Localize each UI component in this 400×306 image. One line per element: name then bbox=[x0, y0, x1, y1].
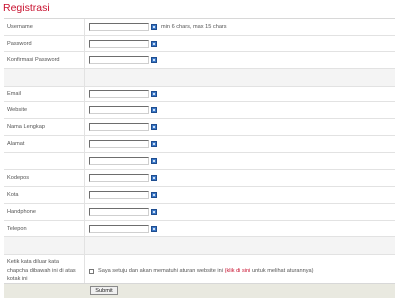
postcode-input[interactable] bbox=[89, 174, 149, 182]
autofill-icon[interactable] bbox=[151, 225, 157, 232]
agreement-text: Saya setuju dan akan mematuhi aturan web… bbox=[98, 268, 314, 274]
rules-link[interactable]: (klik di sini bbox=[225, 268, 251, 274]
mobile-input[interactable] bbox=[89, 208, 149, 216]
field-cell-mobile bbox=[85, 204, 395, 220]
form-row-city: Kota bbox=[4, 187, 395, 204]
field-cell-city bbox=[85, 187, 395, 203]
address-input[interactable] bbox=[89, 140, 149, 148]
address-line-2-input[interactable] bbox=[89, 157, 149, 165]
form-section-divider bbox=[4, 69, 395, 87]
registration-form: Username min 6 chars, max 15 chars Passw… bbox=[4, 18, 395, 288]
field-label-username: Username bbox=[4, 19, 85, 35]
field-label-mobile: Handphone bbox=[4, 204, 85, 220]
form-row-full-name: Nama Lengkap bbox=[4, 119, 395, 136]
autofill-icon[interactable] bbox=[151, 141, 157, 147]
field-label-phone: Telepon bbox=[4, 221, 85, 236]
field-label-website: Website bbox=[4, 102, 85, 118]
autofill-icon[interactable] bbox=[151, 40, 157, 47]
autofill-icon[interactable] bbox=[151, 24, 157, 30]
autofill-icon[interactable] bbox=[151, 107, 157, 113]
form-row-phone: Telepon bbox=[4, 221, 395, 237]
submit-button[interactable]: Submit bbox=[90, 286, 118, 295]
form-row-address: Alamat bbox=[4, 136, 395, 153]
field-label-password: Password bbox=[4, 36, 85, 51]
field-cell-confirm-password bbox=[85, 52, 395, 68]
website-input[interactable] bbox=[89, 106, 149, 114]
field-label-email: Email bbox=[4, 87, 85, 101]
form-row-username: Username min 6 chars, max 15 chars bbox=[4, 19, 395, 36]
confirm-password-input[interactable] bbox=[89, 56, 149, 64]
field-cell-email bbox=[85, 87, 395, 101]
form-row-mobile: Handphone bbox=[4, 204, 395, 221]
field-cell-address-2 bbox=[85, 153, 395, 169]
autofill-icon[interactable] bbox=[151, 175, 157, 181]
full-name-input[interactable] bbox=[89, 123, 149, 131]
field-label-postcode: Kodepos bbox=[4, 170, 85, 186]
autofill-icon[interactable] bbox=[151, 91, 157, 97]
form-section-divider bbox=[4, 237, 395, 255]
form-row-address-2 bbox=[4, 153, 395, 170]
city-input[interactable] bbox=[89, 191, 149, 199]
field-label-address: Alamat bbox=[4, 136, 85, 152]
autofill-icon[interactable] bbox=[151, 209, 157, 215]
autofill-icon[interactable] bbox=[151, 57, 157, 63]
field-cell-phone bbox=[85, 221, 395, 236]
form-row-website: Website bbox=[4, 102, 395, 119]
username-input[interactable] bbox=[89, 23, 149, 31]
registration-page: Registrasi Username min 6 chars, max 15 … bbox=[0, 0, 400, 306]
field-label-confirm-password: Konfirmasi Password bbox=[4, 52, 85, 68]
field-cell-password bbox=[85, 36, 395, 51]
form-footer: Submit bbox=[4, 283, 395, 298]
field-cell-postcode bbox=[85, 170, 395, 186]
field-cell-full-name bbox=[85, 119, 395, 135]
field-cell-address bbox=[85, 136, 395, 152]
agreement-text-before: Saya setuju dan akan mematuhi aturan web… bbox=[98, 268, 224, 274]
password-input[interactable] bbox=[89, 39, 149, 48]
form-row-password: Password bbox=[4, 36, 395, 52]
username-hint: min 6 chars, max 15 chars bbox=[161, 24, 227, 30]
form-row-postcode: Kodepos bbox=[4, 170, 395, 187]
field-label-address-2 bbox=[4, 153, 85, 169]
agree-checkbox[interactable] bbox=[89, 268, 94, 274]
field-label-city: Kota bbox=[4, 187, 85, 203]
field-label-full-name: Nama Lengkap bbox=[4, 119, 85, 135]
autofill-icon[interactable] bbox=[151, 158, 157, 164]
field-cell-username: min 6 chars, max 15 chars bbox=[85, 19, 395, 35]
autofill-icon[interactable] bbox=[151, 124, 157, 130]
agreement-text-after: untuk melihat aturannya) bbox=[251, 268, 314, 274]
page-title: Registrasi bbox=[3, 2, 50, 14]
field-cell-website bbox=[85, 102, 395, 118]
autofill-icon[interactable] bbox=[151, 192, 157, 198]
phone-input[interactable] bbox=[89, 224, 149, 233]
form-row-email: Email bbox=[4, 87, 395, 102]
form-row-confirm-password: Konfirmasi Password bbox=[4, 52, 395, 69]
email-input[interactable] bbox=[89, 90, 149, 98]
